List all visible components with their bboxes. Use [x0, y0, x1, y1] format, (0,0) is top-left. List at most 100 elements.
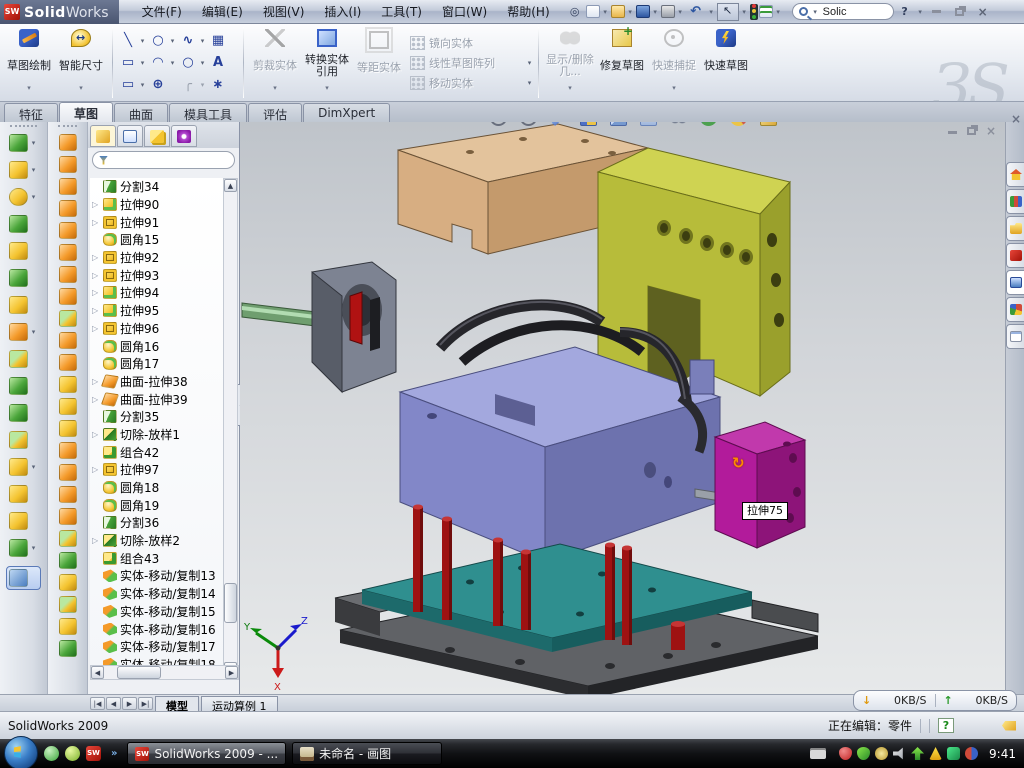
expand-arrow-icon[interactable]: ▷	[92, 253, 100, 262]
command-button[interactable]: 移动实体 ▾	[410, 74, 534, 92]
toolbar-button[interactable]: ▾	[9, 377, 38, 395]
search-box[interactable]: ▾	[792, 3, 894, 20]
expand-arrow-icon[interactable]: ▷	[92, 395, 100, 404]
feature-tree-item[interactable]: ▷ 曲面-拉伸39	[90, 390, 224, 408]
restore-button[interactable]	[949, 4, 971, 20]
toolbar-button[interactable]: ▾	[9, 350, 38, 368]
scroll-left-icon[interactable]: ◀	[91, 666, 104, 679]
feature-tree-item[interactable]: ▷ 组合43	[90, 549, 224, 567]
tab-nav-button[interactable]: ▶|	[138, 697, 153, 710]
toolbar-button[interactable]	[59, 376, 77, 393]
sketch-entity-button[interactable]: ▭ ▾	[119, 74, 147, 96]
feature-tree-item[interactable]: ▷ 拉伸91	[90, 213, 224, 231]
panel-tab[interactable]	[171, 125, 197, 147]
vertical-scrollbar[interactable]: ▲ ▼	[223, 178, 238, 676]
command-button[interactable]: 转换实体引用 ▾	[301, 26, 353, 99]
task-pane-tab[interactable]	[1006, 324, 1024, 349]
menu-item[interactable]: 帮助(H)	[498, 0, 558, 23]
task-pane-tab[interactable]	[1006, 162, 1024, 187]
expand-arrow-icon[interactable]: ▷	[92, 465, 100, 474]
horizontal-scrollbar[interactable]: ◀ ▶	[90, 665, 239, 680]
toolbar-button[interactable]	[59, 178, 77, 195]
feature-tree-item[interactable]: ▷ 拉伸97	[90, 461, 224, 479]
quick-launch-icon[interactable]	[65, 746, 80, 761]
toolbar-grip[interactable]	[58, 125, 77, 132]
expand-arrow-icon[interactable]: ▷	[92, 536, 100, 545]
tray-icon[interactable]	[875, 747, 888, 760]
tree-filter-input[interactable]	[92, 151, 235, 169]
expand-arrow-icon[interactable]: ▷	[92, 288, 100, 297]
toolbar-button[interactable]	[59, 354, 77, 371]
task-pane-tab[interactable]	[1006, 270, 1024, 295]
view-tool-button[interactable]: ▾	[640, 122, 667, 126]
feature-tree-item[interactable]: ▷ 圆角16	[90, 337, 224, 355]
toolbar-button[interactable]	[59, 464, 77, 481]
toolbar-button[interactable]: ▾	[6, 566, 41, 590]
ribbon-tab[interactable]: DimXpert	[303, 103, 390, 122]
feature-tree-item[interactable]: ▷ 拉伸95	[90, 302, 224, 320]
toolbar-button[interactable]: ▾	[9, 404, 38, 422]
tray-icon[interactable]	[857, 747, 870, 760]
quick-launch-icon[interactable]	[44, 746, 59, 761]
sketch-entity-button[interactable]: ∗ ▾	[209, 74, 237, 96]
feature-tree-item[interactable]: ▷ 实体-移动/复制14	[90, 585, 224, 603]
expand-arrow-icon[interactable]: ▷	[92, 430, 100, 439]
toolbar-button[interactable]	[59, 310, 77, 327]
toolbar-button[interactable]	[59, 332, 77, 349]
toolbar-button[interactable]	[59, 156, 77, 173]
view-tool-button[interactable]: ▾	[580, 122, 607, 126]
expand-arrow-icon[interactable]: ▷	[92, 377, 100, 386]
command-button[interactable]: 快速捕捉 ▾	[648, 26, 700, 99]
open-icon[interactable]	[611, 5, 625, 18]
view-tool-button[interactable]: ▾	[520, 122, 547, 126]
document-tab[interactable]: 模型	[155, 696, 199, 711]
toolbar-button[interactable]: ▾	[9, 215, 38, 233]
taskbar-window-button[interactable]: 未命名 - 画图	[292, 742, 442, 765]
minimize-button[interactable]	[926, 4, 948, 20]
tab-nav-button[interactable]: ◀	[106, 697, 121, 710]
toolbar-button[interactable]: ▾	[9, 188, 38, 206]
tray-icon[interactable]	[911, 747, 924, 760]
ribbon-tab[interactable]: 草图	[59, 102, 113, 122]
scrollbar-thumb[interactable]	[117, 666, 161, 679]
command-button[interactable]: 等距实体 ▾	[353, 26, 405, 99]
toolbar-button[interactable]	[59, 442, 77, 459]
command-button[interactable]: 智能尺寸 ▾	[55, 26, 107, 99]
taskbar-clock[interactable]: 9:41	[989, 747, 1016, 761]
toolbar-button[interactable]: ▾	[9, 539, 38, 557]
toolbar-button[interactable]: ▾	[9, 134, 38, 152]
search-input[interactable]	[823, 6, 881, 18]
toolbar-button[interactable]	[59, 640, 77, 657]
panel-tab[interactable]	[144, 125, 170, 147]
command-button[interactable]: 线性草图阵列 ▾	[410, 54, 534, 72]
toolbar-grip[interactable]	[10, 125, 37, 132]
toolbar-button[interactable]	[59, 420, 77, 437]
sketch-entity-button[interactable]: ○ ▾	[179, 52, 207, 74]
scroll-up-icon[interactable]: ▲	[224, 179, 237, 192]
quick-launch-more-icon[interactable]: »	[111, 748, 117, 759]
feature-tree-item[interactable]: ▷ 圆角15	[90, 231, 224, 249]
ribbon-tab[interactable]: 曲面	[114, 103, 168, 122]
view-tool-button[interactable]: ▾	[670, 122, 697, 126]
toolbar-button[interactable]: ▾	[9, 242, 38, 260]
view-tool-button[interactable]: ▾	[700, 122, 727, 126]
feature-tree-item[interactable]: ▷ 实体-移动/复制13	[90, 567, 224, 585]
toolbar-button[interactable]: ▾	[9, 485, 38, 503]
toolbar-button[interactable]: ▾	[9, 269, 38, 287]
feature-tree-item[interactable]: ▷ 实体-移动/复制17	[90, 638, 224, 656]
feature-tree-item[interactable]: ▷ 分割35	[90, 408, 224, 426]
graphics-area[interactable]: Y Z X × ▾ ▾	[240, 122, 1006, 694]
options-list-icon[interactable]	[759, 5, 773, 18]
toolbar-button[interactable]: ▾	[9, 458, 38, 476]
menu-item[interactable]: 插入(I)	[315, 0, 370, 23]
feature-tree-item[interactable]: ▷ 拉伸96	[90, 320, 224, 338]
pin-icon[interactable]: ◎	[565, 3, 585, 21]
feature-tree-item[interactable]: ▷ 拉伸93	[90, 266, 224, 284]
toolbar-button[interactable]	[59, 486, 77, 503]
sketch-entity-button[interactable]: ○ ▾	[149, 30, 177, 52]
feature-tree-item[interactable]: ▷ 拉伸92	[90, 249, 224, 267]
panel-tab[interactable]	[117, 125, 143, 147]
toolbar-button[interactable]: ▾	[9, 323, 38, 341]
tray-icon[interactable]	[929, 747, 942, 760]
command-button[interactable]: 剪裁实体 ▾	[249, 26, 301, 99]
